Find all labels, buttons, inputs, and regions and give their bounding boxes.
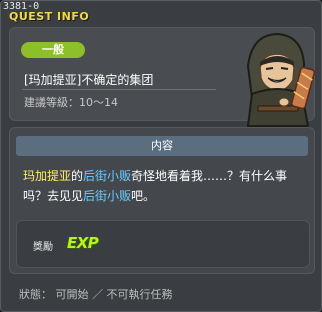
quest-content-panel: 内容 玛加提亚的后街小贩奇怪地看着我……？有什么事吗？去见见后街小贩吧。 獎勵 … — [9, 127, 315, 274]
window-title: QUEST INFO — [9, 10, 90, 23]
reward-label: 獎勵 — [33, 242, 53, 253]
npc-name-text: 后街小贩 — [83, 189, 132, 203]
npc-portrait — [246, 32, 316, 127]
description-text: 吧。 — [131, 189, 156, 203]
quest-name: [玛加提亚]不确定的集团 — [24, 73, 154, 87]
header-divider — [22, 89, 216, 90]
exp-icon: EXP — [67, 234, 99, 252]
quest-category-badge: 一般 — [21, 42, 85, 58]
required-level: 建議等級：10～14 — [24, 96, 118, 109]
quest-header-panel: 一般 [玛加提亚]不确定的集团 建議等級：10～14 — [9, 27, 316, 127]
quest-description: 玛加提亚的后街小贩奇怪地看着我……？有什么事吗？去见见后街小贩吧。 — [23, 166, 307, 206]
description-text: 的 — [71, 169, 84, 183]
npc-location-text: 玛加提亚 — [23, 169, 72, 183]
quest-info-window: 3381-0 QUEST INFO 一般 [玛加提亚]不确定的集团 建議等級：1… — [0, 0, 322, 312]
quest-status: 狀態： 可開始 ／ 不可執行任務 — [19, 288, 173, 301]
reward-panel: 獎勵 EXP — [16, 220, 310, 268]
npc-name-text: 后街小贩 — [83, 169, 132, 183]
content-header: 内容 — [16, 136, 308, 156]
